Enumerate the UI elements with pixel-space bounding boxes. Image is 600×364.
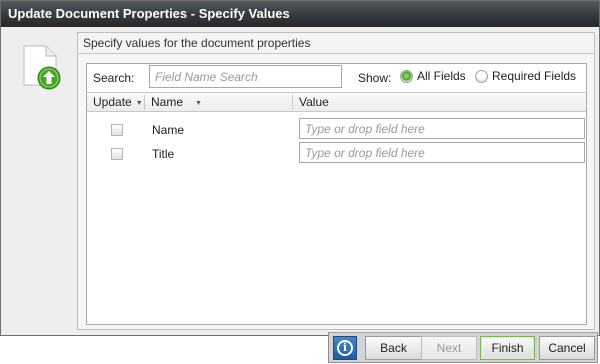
panel-heading: Specify values for the document properti… — [78, 33, 594, 54]
column-update-label: Update — [93, 95, 132, 109]
field-value-input[interactable] — [299, 142, 585, 163]
radio-required-fields-label: Required Fields — [492, 69, 577, 83]
field-name: Title — [152, 147, 175, 161]
update-properties-dialog: Update Document Properties - Specify Val… — [0, 0, 600, 336]
column-value-label: Value — [299, 95, 329, 109]
column-header-value[interactable]: Value — [293, 93, 583, 112]
radio-all-fields[interactable]: All Fields — [400, 69, 466, 83]
grid-header: Update ▼ Name ▼ Value — [87, 92, 586, 112]
search-label: Search: — [93, 71, 135, 85]
properties-editor: Search: Show: All Fields Required Fields… — [86, 63, 587, 325]
dialog-title: Update Document Properties - Specify Val… — [1, 1, 599, 27]
info-button[interactable]: i — [333, 336, 357, 360]
field-name: Name — [152, 123, 185, 137]
table-row: Name — [87, 118, 586, 142]
radio-unselected-icon[interactable] — [475, 69, 488, 83]
finish-button[interactable]: Finish — [480, 336, 535, 360]
radio-all-fields-label: All Fields — [417, 69, 466, 83]
radio-required-fields[interactable]: Required Fields — [475, 69, 576, 83]
next-button[interactable]: Next — [421, 336, 477, 360]
document-upload-icon — [23, 45, 61, 90]
show-label: Show: — [358, 71, 392, 85]
dialog-button-bar: i Back Next Finish Cancel — [328, 332, 598, 363]
cancel-button[interactable]: Cancel — [539, 336, 595, 360]
column-header-name[interactable]: Name ▼ — [145, 93, 291, 112]
update-checkbox[interactable] — [111, 124, 123, 136]
info-icon: i — [337, 340, 353, 356]
table-row: Title — [87, 142, 586, 166]
back-button[interactable]: Back — [365, 336, 422, 360]
sort-caret-icon: ▼ — [135, 100, 143, 107]
properties-panel: Specify values for the document properti… — [77, 32, 595, 330]
sort-caret-icon: ▼ — [195, 100, 202, 107]
radio-selected-icon[interactable] — [400, 69, 413, 83]
column-header-update[interactable]: Update ▼ — [87, 93, 143, 112]
column-name-label: Name — [151, 95, 184, 109]
field-search-input[interactable] — [149, 65, 342, 88]
update-checkbox[interactable] — [111, 148, 123, 160]
field-value-input[interactable] — [299, 118, 585, 139]
